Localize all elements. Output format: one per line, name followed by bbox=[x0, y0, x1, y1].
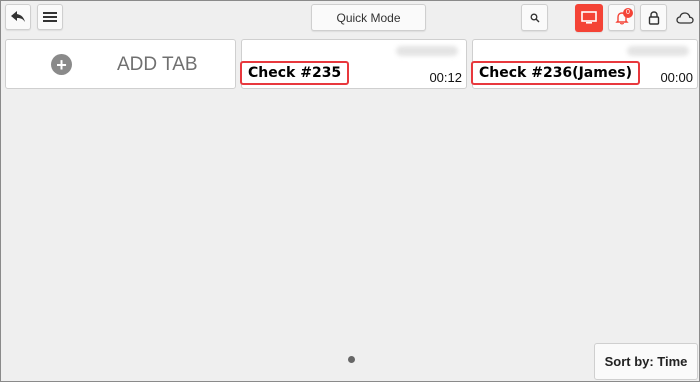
sort-button[interactable]: Sort by: Time bbox=[594, 343, 698, 380]
back-button[interactable] bbox=[5, 4, 31, 30]
lock-button[interactable] bbox=[640, 4, 667, 31]
quick-mode-button[interactable]: Quick Mode bbox=[311, 4, 426, 31]
lock-icon bbox=[648, 10, 659, 25]
page-indicator-dot bbox=[348, 356, 355, 363]
check-tab-card[interactable]: Check #236(James) 00:00 bbox=[471, 39, 698, 89]
search-icon bbox=[530, 13, 539, 22]
back-arrow-icon bbox=[11, 11, 25, 22]
menu-button[interactable] bbox=[37, 4, 63, 30]
check-timer: 00:12 bbox=[429, 70, 462, 85]
check-timer: 00:00 bbox=[660, 70, 693, 85]
search-button[interactable] bbox=[521, 4, 548, 31]
blurred-server-name bbox=[396, 46, 458, 56]
add-tab-button[interactable]: + ADD TAB bbox=[5, 39, 236, 89]
monitor-icon bbox=[581, 11, 597, 24]
plus-circle-icon: + bbox=[51, 54, 72, 75]
check-name: Check #235 bbox=[240, 61, 350, 85]
cloud-icon bbox=[676, 11, 694, 24]
add-tab-label: ADD TAB bbox=[117, 54, 198, 75]
cloud-sync-button[interactable] bbox=[672, 4, 698, 31]
check-name: Check #236(James) bbox=[471, 61, 641, 85]
hamburger-menu-icon bbox=[43, 12, 57, 22]
notification-count-badge: 0 bbox=[623, 8, 633, 18]
check-tab-card[interactable]: Check #235 00:12 bbox=[240, 39, 467, 89]
notifications-button[interactable]: 0 bbox=[608, 4, 635, 31]
blurred-server-name bbox=[627, 46, 689, 56]
display-screen-button[interactable] bbox=[575, 4, 603, 32]
